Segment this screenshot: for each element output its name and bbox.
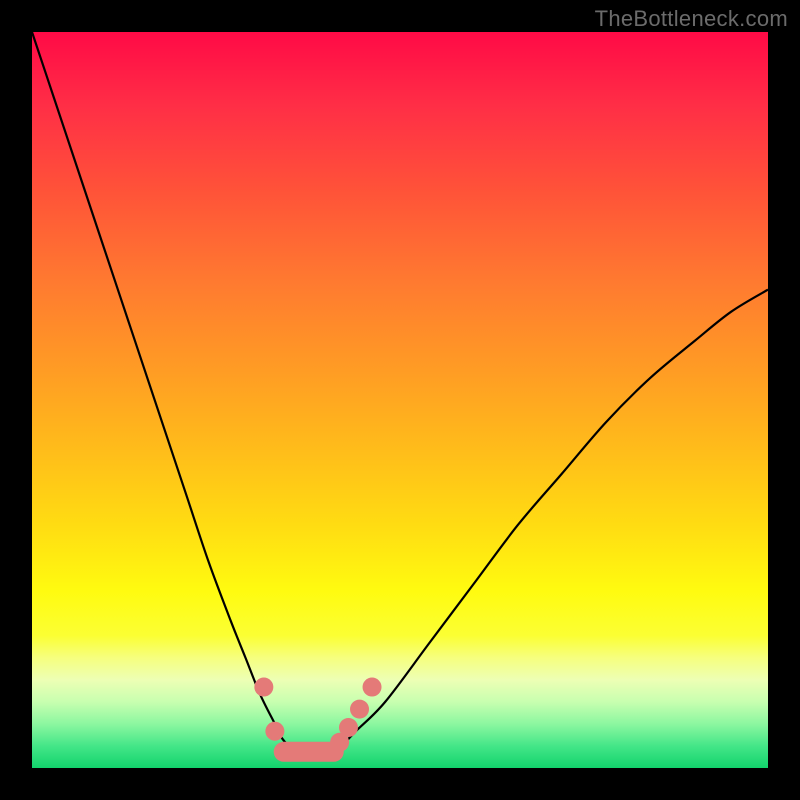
threshold-marker bbox=[363, 678, 382, 697]
chart-frame: TheBottleneck.com bbox=[0, 0, 800, 800]
plot-area bbox=[32, 32, 768, 768]
threshold-marker bbox=[350, 700, 369, 719]
curve-layer bbox=[32, 32, 768, 768]
threshold-marker bbox=[265, 722, 284, 741]
watermark-text: TheBottleneck.com bbox=[595, 6, 788, 32]
threshold-marker bbox=[254, 678, 273, 697]
threshold-marker bbox=[339, 718, 358, 737]
threshold-markers-group bbox=[254, 678, 381, 752]
bottleneck-curve bbox=[32, 32, 768, 754]
